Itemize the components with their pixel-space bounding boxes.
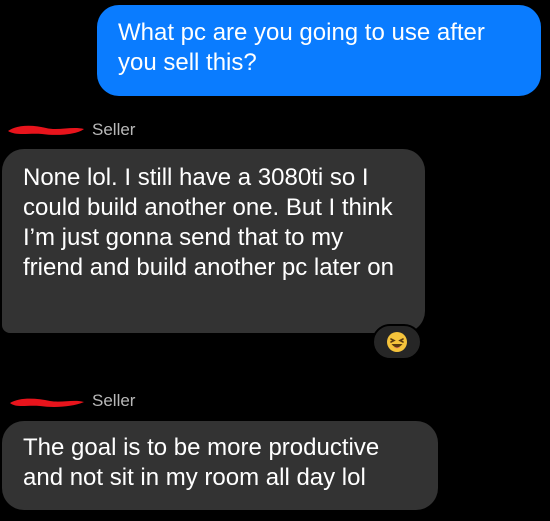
sender-name: Seller <box>92 120 136 139</box>
redaction-scribble <box>10 398 84 407</box>
received-message-bubble[interactable]: The goal is to be more productive and no… <box>2 421 438 510</box>
laughing-emoji-icon <box>387 332 407 352</box>
received-message-bubble[interactable]: None lol. I still have a 3080ti so I cou… <box>2 149 425 333</box>
message-text: The goal is to be more productive and no… <box>23 434 380 491</box>
message-text: What pc are you going to use after you s… <box>118 19 485 76</box>
sent-message-bubble[interactable]: What pc are you going to use after you s… <box>97 5 541 96</box>
message-text: None lol. I still have a 3080ti so I cou… <box>23 164 394 281</box>
redaction-scribble <box>8 125 84 135</box>
message-reaction[interactable] <box>372 324 422 360</box>
sender-name: Seller <box>92 391 136 410</box>
